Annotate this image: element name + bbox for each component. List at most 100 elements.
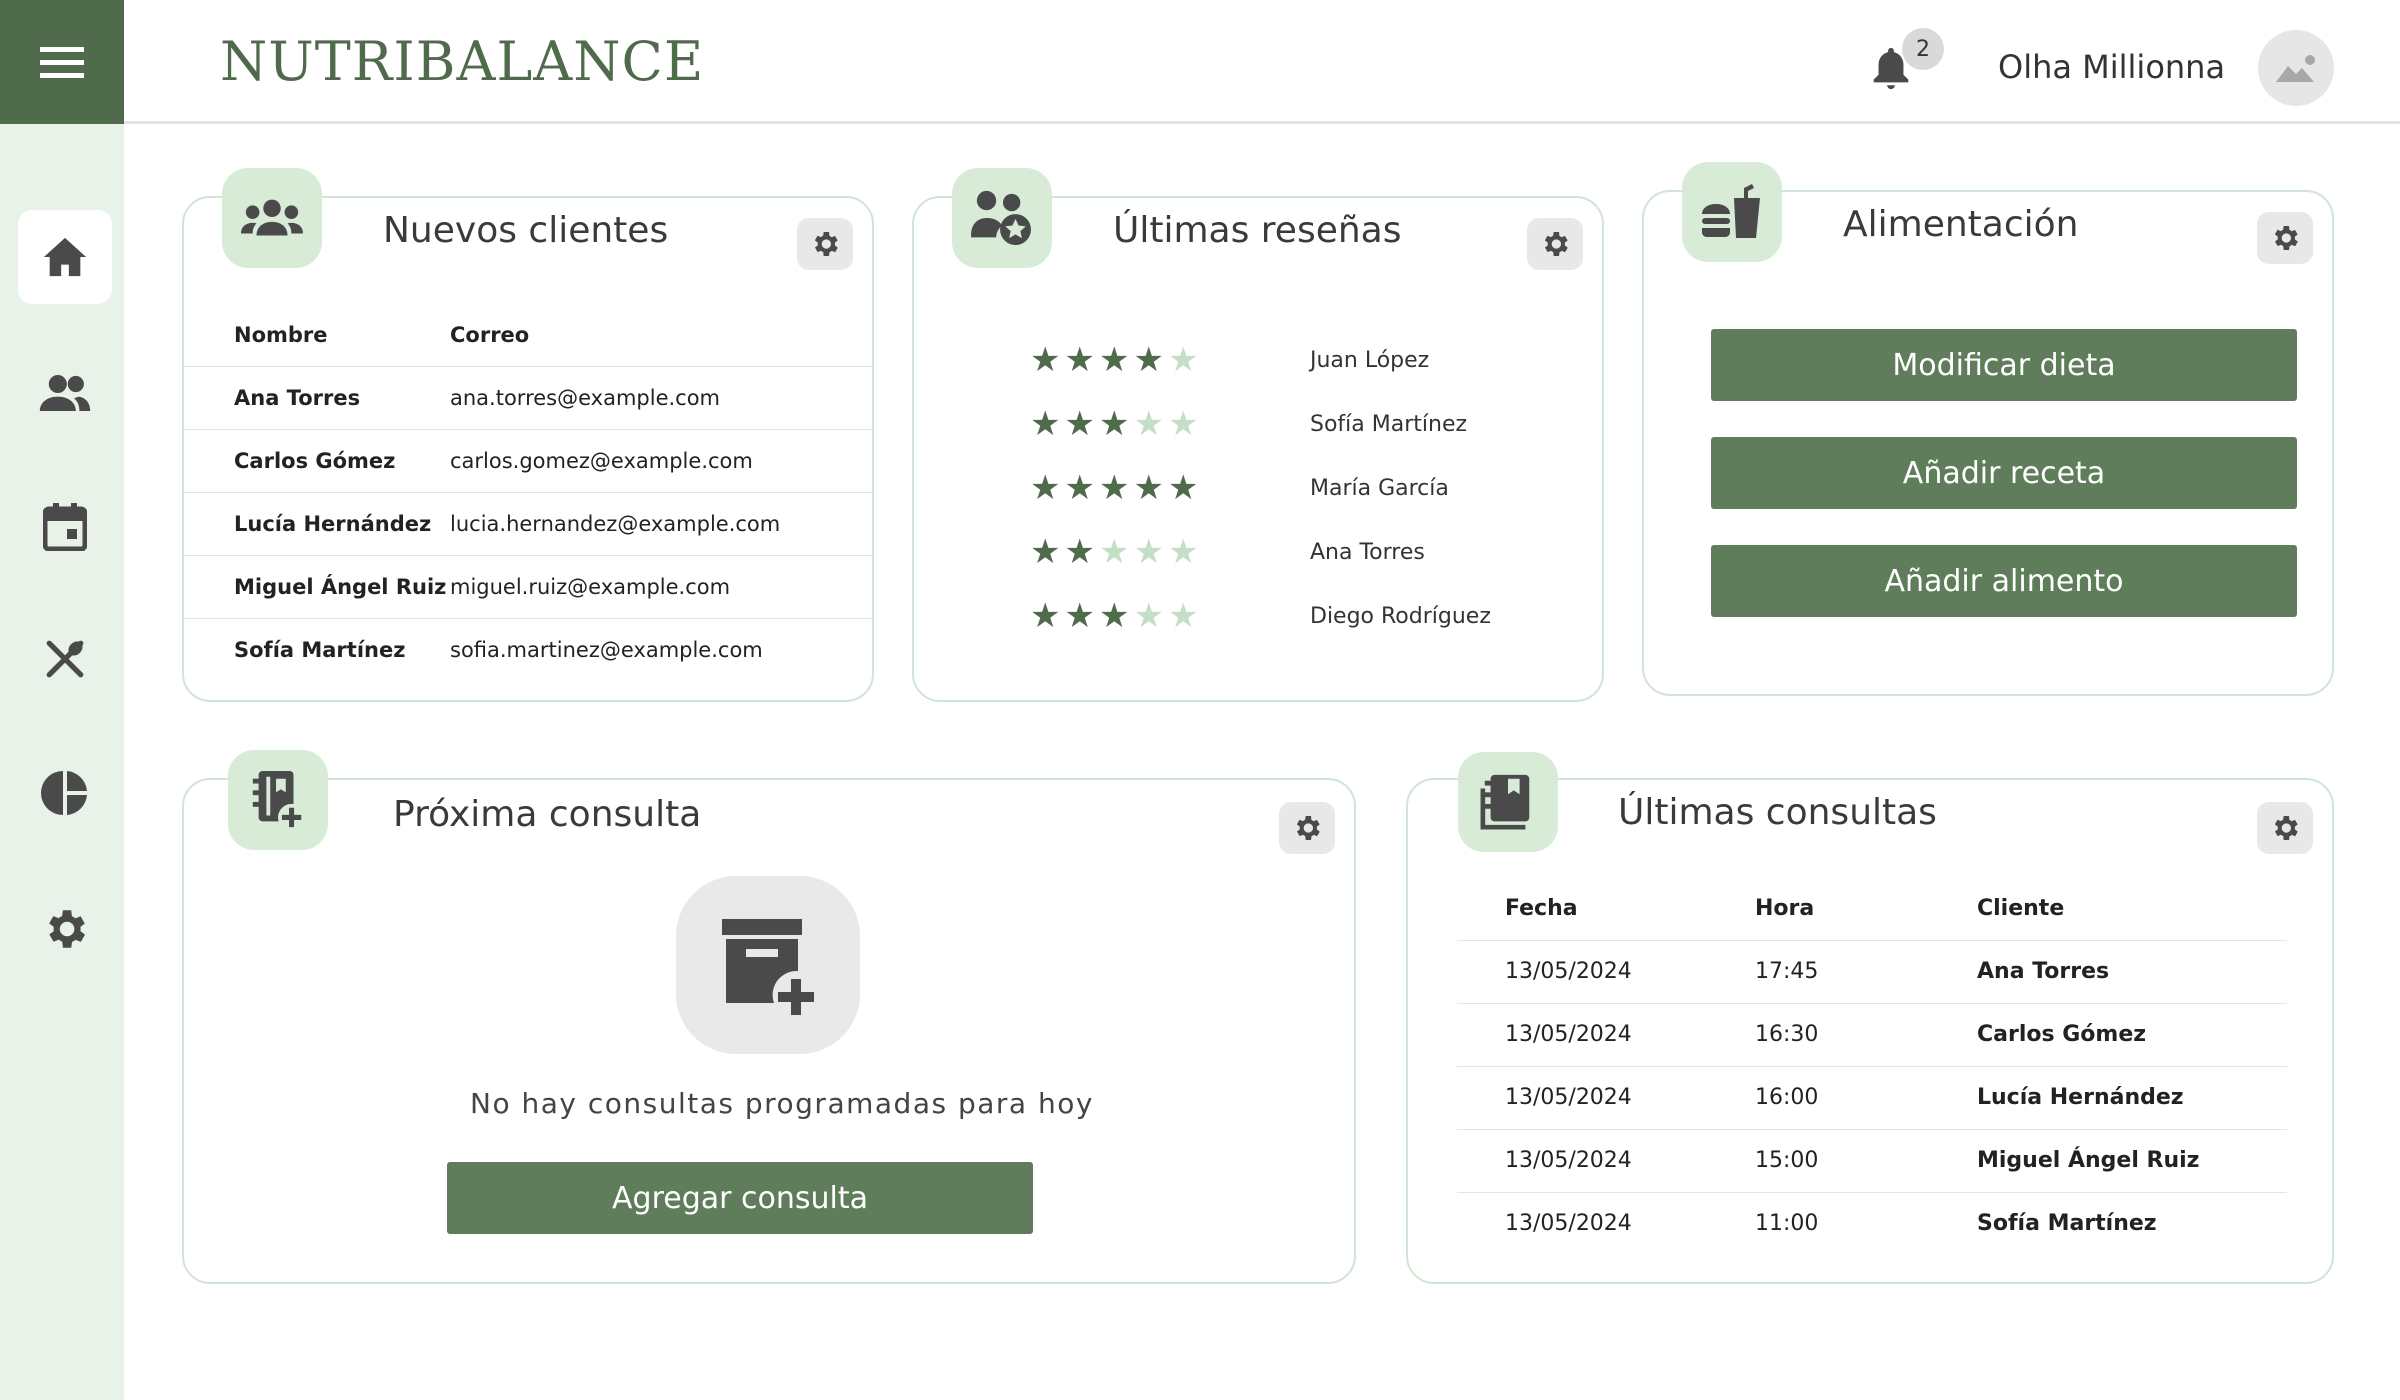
- last-consults-title: Últimas consultas: [1618, 792, 1937, 833]
- star-rating: ★ ★ ★ ★ ★: [1030, 407, 1310, 441]
- star-filled-icon: ★: [1133, 468, 1164, 508]
- empty-state-icon-box: [676, 876, 860, 1054]
- review-item[interactable]: ★ ★ ★ ★ ★ Ana Torres: [1030, 520, 1550, 584]
- consult-client: Lucía Hernández: [1977, 1066, 2287, 1130]
- new-clients-table: Nombre Correo Ana Torres ana.torres@examp…: [184, 304, 872, 681]
- consult-time: 16:00: [1755, 1066, 1977, 1130]
- client-email: carlos.gomez@example.com: [450, 429, 872, 493]
- users-group-icon: [241, 199, 303, 236]
- home-icon: [43, 237, 87, 277]
- notification-badge: 2: [1902, 28, 1944, 70]
- star-filled-icon: ★: [1098, 468, 1130, 508]
- star-empty-icon: ★: [1167, 532, 1199, 572]
- client-email: sofia.martinez@example.com: [450, 637, 763, 662]
- next-consult-title: Próxima consulta: [393, 794, 702, 835]
- new-clients-settings-button[interactable]: [797, 218, 853, 270]
- reviews-settings-button[interactable]: [1527, 218, 1583, 270]
- next-consult-icon-box: [228, 750, 328, 850]
- client-email: miguel.ruiz@example.com: [450, 555, 872, 619]
- pie-chart-icon: [41, 771, 87, 815]
- consult-date: 13/05/2024: [1457, 940, 1755, 1004]
- sidebar: [0, 124, 124, 1400]
- star-filled-icon: ★: [1030, 340, 1061, 380]
- sidebar-item-calendar[interactable]: [18, 480, 112, 574]
- top-bar: NUTRIBALANCE 2 Olha Millionna: [0, 0, 2400, 124]
- star-filled-icon: ★: [1167, 468, 1199, 508]
- star-filled-icon: ★: [1030, 468, 1061, 508]
- table-row[interactable]: 13/05/2024 17:45 Ana Torres: [1457, 940, 2287, 1004]
- table-row[interactable]: Ana Torres ana.torres@example.com: [184, 366, 872, 430]
- burger-drink-icon: [1702, 184, 1760, 238]
- empty-state-text: No hay consultas programadas para hoy: [470, 1087, 1094, 1120]
- star-empty-icon: ★: [1167, 404, 1199, 444]
- table-row[interactable]: 13/05/2024 16:00 Lucía Hernández: [1457, 1066, 2287, 1130]
- reviewer-name: María García: [1310, 475, 1449, 501]
- star-filled-icon: ★: [1064, 468, 1095, 508]
- add-recipe-button[interactable]: Añadir receta: [1711, 437, 2297, 509]
- star-filled-icon: ★: [1098, 404, 1130, 444]
- star-empty-icon: ★: [1133, 596, 1164, 636]
- consult-date: 13/05/2024: [1457, 1003, 1755, 1067]
- review-item[interactable]: ★ ★ ★ ★ ★ Juan López: [1030, 328, 1550, 392]
- sidebar-item-settings[interactable]: [18, 882, 112, 976]
- review-item[interactable]: ★ ★ ★ ★ ★ Diego Rodríguez: [1030, 584, 1550, 648]
- consult-time: 15:00: [1755, 1129, 1977, 1193]
- add-food-button[interactable]: Añadir alimento: [1711, 545, 2297, 617]
- gear-icon: [1296, 816, 1320, 840]
- sidebar-item-stats[interactable]: [18, 746, 112, 840]
- consult-time: 17:45: [1755, 940, 1977, 1004]
- next-consult-settings-button[interactable]: [1279, 802, 1335, 854]
- user-name[interactable]: Olha Millionna: [1998, 48, 2225, 86]
- modify-diet-button[interactable]: Modificar dieta: [1711, 329, 2297, 401]
- table-row[interactable]: 13/05/2024 15:00 Miguel Ángel Ruiz: [1457, 1129, 2287, 1193]
- sidebar-item-food[interactable]: [18, 612, 112, 706]
- star-rating: ★ ★ ★ ★ ★: [1030, 471, 1310, 505]
- table-row[interactable]: Carlos Gómez carlos.gomez@example.com: [184, 429, 872, 493]
- client-name: Sofía Martínez: [234, 637, 406, 662]
- table-row[interactable]: Lucía Hernández lucia.hernandez@example.c…: [184, 492, 872, 556]
- table-row[interactable]: 13/05/2024 16:30 Carlos Gómez: [1457, 1003, 2287, 1067]
- table-row[interactable]: 13/05/2024 11:00 Sofía Martínez: [1457, 1192, 2287, 1255]
- image-placeholder-icon: [2276, 55, 2315, 82]
- sidebar-item-clients[interactable]: [18, 346, 112, 440]
- star-empty-icon: ★: [1133, 404, 1164, 444]
- consult-date: 13/05/2024: [1457, 1066, 1755, 1130]
- consult-time: 11:00: [1755, 1211, 1819, 1237]
- notebook-icon: [1480, 774, 1530, 830]
- notebook-add-icon: [252, 770, 306, 831]
- archive-add-icon: [722, 919, 814, 1015]
- calendar-icon: [43, 503, 87, 551]
- last-consults-table: Fecha Hora Cliente 13/05/2024 17:45 Ana To…: [1457, 878, 2287, 1255]
- review-item[interactable]: ★ ★ ★ ★ ★ Sofía Martínez: [1030, 392, 1550, 456]
- star-filled-icon: ★: [1064, 596, 1095, 636]
- star-empty-icon: ★: [1133, 532, 1164, 572]
- reviews-icon-box: [952, 168, 1052, 268]
- star-filled-icon: ★: [1098, 340, 1130, 380]
- table-row[interactable]: Miguel Ángel Ruiz miguel.ruiz@example.com: [184, 555, 872, 619]
- consult-date: 13/05/2024: [1457, 1129, 1755, 1193]
- menu-button[interactable]: [0, 0, 124, 124]
- hamburger-icon: [40, 47, 84, 78]
- client-name: Lucía Hernández: [184, 492, 450, 556]
- star-rating: ★ ★ ★ ★ ★: [1030, 343, 1310, 377]
- star-filled-icon: ★: [1030, 404, 1061, 444]
- consult-client: Sofía Martínez: [1977, 1211, 2157, 1237]
- reviews-title: Últimas reseñas: [1113, 210, 1402, 251]
- utensils-icon: [46, 640, 84, 678]
- star-rating: ★ ★ ★ ★ ★: [1030, 599, 1310, 633]
- avatar[interactable]: [2258, 30, 2334, 106]
- sidebar-item-home[interactable]: [18, 210, 112, 304]
- food-settings-button[interactable]: [2257, 212, 2313, 264]
- food-icon-box: [1682, 162, 1782, 262]
- star-rating: ★ ★ ★ ★ ★: [1030, 535, 1310, 569]
- consult-time: 16:30: [1755, 1003, 1977, 1067]
- last-consults-settings-button[interactable]: [2257, 802, 2313, 854]
- column-header-time: Hora: [1755, 878, 1977, 941]
- reviewer-name: Diego Rodríguez: [1310, 603, 1491, 629]
- add-consult-button[interactable]: Agregar consulta: [447, 1162, 1033, 1234]
- table-row[interactable]: Sofía Martínez sofia.martinez@example.com: [184, 618, 872, 681]
- review-item[interactable]: ★ ★ ★ ★ ★ María García: [1030, 456, 1550, 520]
- client-email: lucia.hernandez@example.com: [450, 492, 872, 556]
- reviewer-name: Ana Torres: [1310, 539, 1425, 565]
- star-filled-icon: ★: [1133, 340, 1164, 380]
